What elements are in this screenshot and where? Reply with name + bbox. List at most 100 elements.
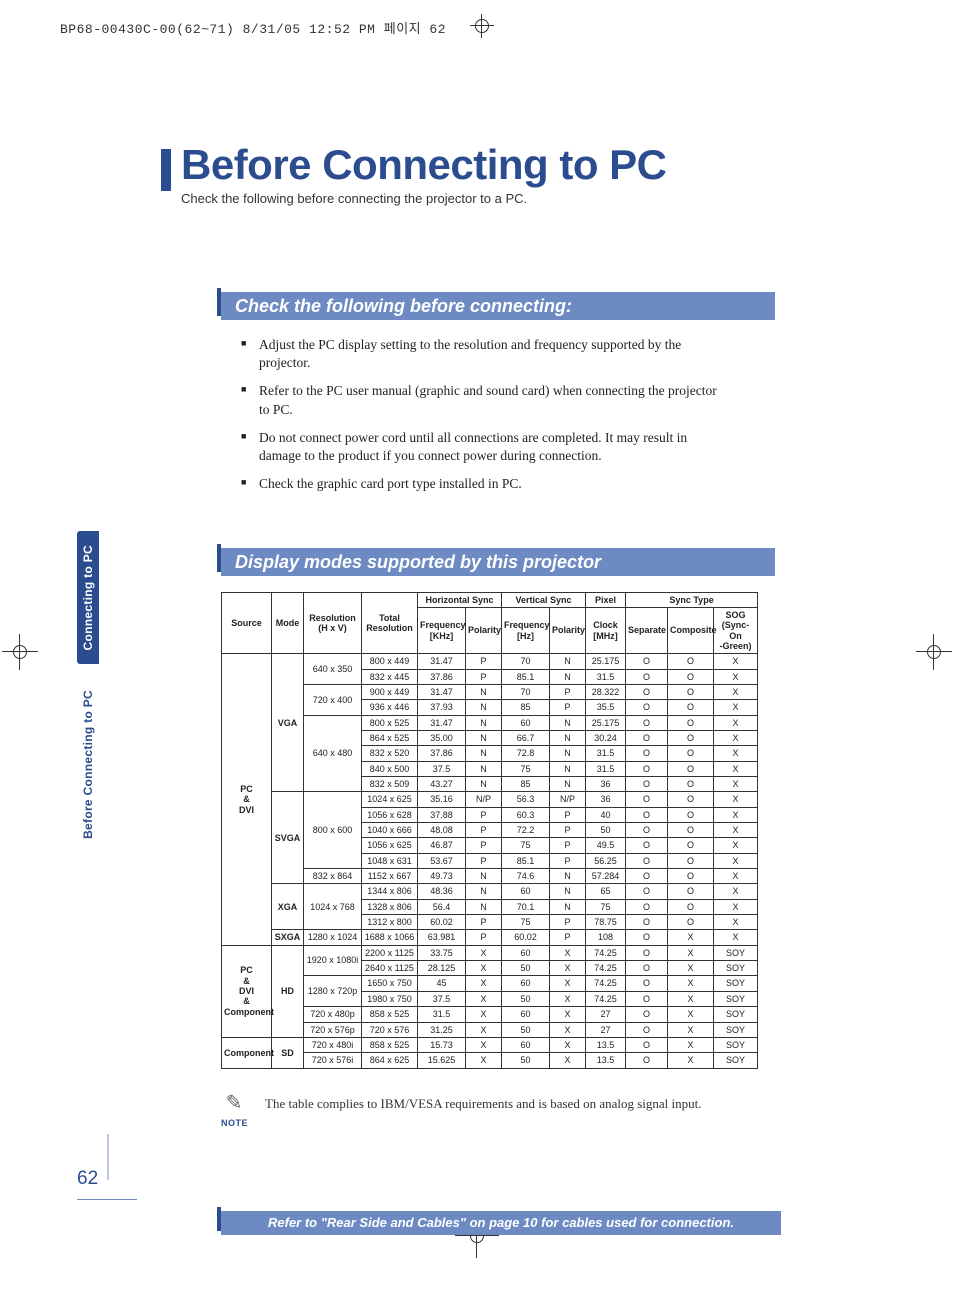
data-cell: O [626, 823, 668, 838]
data-cell: O [626, 1022, 668, 1037]
resolution-cell: 720 x 480i [304, 1037, 362, 1052]
data-cell: 70.1 [502, 899, 550, 914]
data-cell: X [668, 945, 714, 960]
note-icon: ✎ NOTE [221, 1093, 247, 1131]
data-cell: SOY [714, 1037, 758, 1052]
data-cell: 840 x 500 [362, 761, 418, 776]
data-cell: O [626, 961, 668, 976]
data-cell: X [714, 669, 758, 684]
data-cell: X [466, 945, 502, 960]
mode-cell: VGA [272, 654, 304, 792]
data-cell: 30.24 [586, 730, 626, 745]
data-cell: 31.25 [418, 1022, 466, 1037]
th-pixel-clock: Clock [MHz] [586, 607, 626, 653]
data-cell: 60.02 [502, 930, 550, 945]
data-cell: X [714, 823, 758, 838]
data-cell: N [550, 746, 586, 761]
data-cell: SOY [714, 1022, 758, 1037]
data-cell: 70 [502, 654, 550, 669]
th-source: Source [222, 592, 272, 654]
data-cell: 60.3 [502, 807, 550, 822]
data-cell: P [466, 930, 502, 945]
data-cell: X [550, 945, 586, 960]
data-cell: P [466, 669, 502, 684]
data-cell: X [466, 1037, 502, 1052]
th-pixel: Pixel [586, 592, 626, 607]
data-cell: 35.00 [418, 730, 466, 745]
data-cell: 2640 x 1125 [362, 961, 418, 976]
data-cell: O [668, 669, 714, 684]
table-row: ComponentSD720 x 480i858 x 52515.73X60X1… [222, 1037, 758, 1052]
side-tabs: Connecting to PC Before Connecting to PC [77, 531, 99, 865]
data-cell: 49.73 [418, 869, 466, 884]
data-cell: X [550, 976, 586, 991]
data-cell: O [668, 869, 714, 884]
data-cell: X [714, 654, 758, 669]
data-cell: N [550, 669, 586, 684]
data-cell: O [668, 730, 714, 745]
table-row: SVGA800 x 6001024 x 62535.16N/P56.3N/P36… [222, 792, 758, 807]
data-cell: 48.36 [418, 884, 466, 899]
mode-cell: SVGA [272, 792, 304, 884]
data-cell: X [714, 792, 758, 807]
data-cell: P [550, 930, 586, 945]
data-cell: O [626, 899, 668, 914]
data-cell: N [466, 777, 502, 792]
data-cell: 50 [502, 961, 550, 976]
resolution-cell: 1280 x 1024 [304, 930, 362, 945]
resolution-cell: 832 x 864 [304, 869, 362, 884]
data-cell: 65 [586, 884, 626, 899]
data-cell: N [550, 777, 586, 792]
registration-mark-right-icon [922, 640, 946, 664]
data-cell: X [466, 1007, 502, 1022]
data-cell: P [466, 807, 502, 822]
data-cell: 1344 x 806 [362, 884, 418, 899]
source-cell: PC & DVI & Component [222, 945, 272, 1037]
data-cell: 74.25 [586, 961, 626, 976]
data-cell: 35.5 [586, 700, 626, 715]
mode-cell: XGA [272, 884, 304, 930]
data-cell: 37.86 [418, 669, 466, 684]
data-cell: P [550, 838, 586, 853]
resolution-cell: 1920 x 1080i [304, 945, 362, 976]
data-cell: O [626, 807, 668, 822]
data-cell: 1328 x 806 [362, 899, 418, 914]
data-cell: P [466, 915, 502, 930]
resolution-cell: 1280 x 720p [304, 976, 362, 1007]
list-item: Adjust the PC display setting to the res… [241, 336, 723, 372]
data-cell: O [626, 930, 668, 945]
data-cell: X [466, 991, 502, 1006]
data-cell: O [668, 746, 714, 761]
data-cell: 72.8 [502, 746, 550, 761]
data-cell: 31.5 [586, 761, 626, 776]
data-cell: O [626, 669, 668, 684]
data-cell: SOY [714, 945, 758, 960]
data-cell: 864 x 625 [362, 1053, 418, 1068]
note-text: The table complies to IBM/VESA requireme… [265, 1093, 702, 1112]
data-cell: SOY [714, 961, 758, 976]
data-cell: 56.25 [586, 853, 626, 868]
data-cell: X [714, 700, 758, 715]
data-cell: 28.322 [586, 684, 626, 699]
data-cell: 1056 x 625 [362, 838, 418, 853]
resolution-cell: 720 x 480p [304, 1007, 362, 1022]
data-cell: X [550, 961, 586, 976]
data-cell: X [668, 930, 714, 945]
data-cell: 37.86 [418, 746, 466, 761]
data-cell: N [466, 884, 502, 899]
data-cell: O [626, 869, 668, 884]
data-cell: 1056 x 628 [362, 807, 418, 822]
data-cell: 74.6 [502, 869, 550, 884]
data-cell: O [668, 654, 714, 669]
data-cell: 85.1 [502, 669, 550, 684]
source-cell: Component [222, 1037, 272, 1068]
data-cell: X [668, 1007, 714, 1022]
data-cell: O [626, 945, 668, 960]
data-cell: 60.02 [418, 915, 466, 930]
data-cell: 74.25 [586, 991, 626, 1006]
data-cell: X [550, 1053, 586, 1068]
data-cell: 78.75 [586, 915, 626, 930]
data-cell: P [466, 654, 502, 669]
data-cell: 37.5 [418, 991, 466, 1006]
data-cell: X [714, 853, 758, 868]
